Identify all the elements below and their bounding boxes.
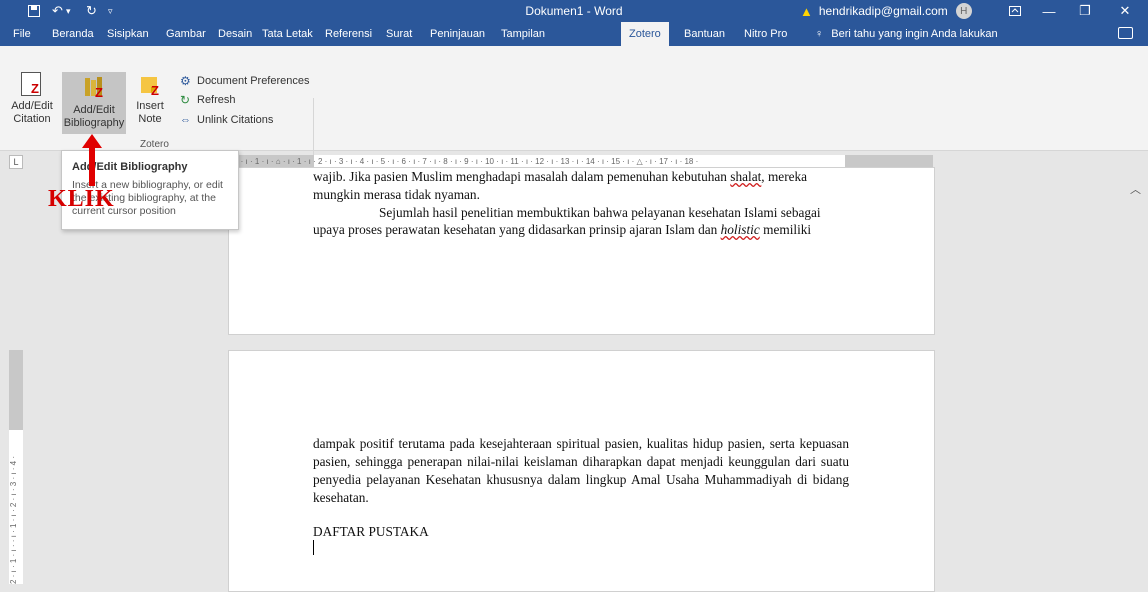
tab-referensi[interactable]: Referensi bbox=[325, 22, 372, 46]
comments-icon[interactable] bbox=[1118, 27, 1133, 39]
unlink-icon: ⇔ bbox=[180, 114, 191, 126]
warning-icon[interactable]: ▲ bbox=[800, 4, 813, 19]
tab-nitro-pro[interactable]: Nitro Pro bbox=[744, 22, 787, 46]
title-bar: ↶ ▾ ↻ ▿ Dokumen1 - Word ▲ hendrikadip@gm… bbox=[0, 0, 1148, 22]
paragraph-line: upaya proses perawatan kesehatan yang di… bbox=[313, 222, 812, 237]
collapse-ribbon-icon[interactable]: ︿ bbox=[1130, 181, 1141, 197]
group-label-zotero: Zotero bbox=[140, 139, 169, 150]
tab-tampilan[interactable]: Tampilan bbox=[501, 22, 545, 46]
tab-zotero[interactable]: Zotero bbox=[621, 22, 669, 46]
heading-daftar-pustaka: DAFTAR PUSTAKA bbox=[313, 524, 429, 539]
insert-note-button[interactable]: Z Insert Note bbox=[130, 76, 170, 132]
refresh-icon: ↻ bbox=[180, 93, 191, 107]
refresh-button[interactable]: ↻ Refresh bbox=[180, 94, 236, 106]
paragraph-line: Sejumlah hasil penelitian membuktikan ba… bbox=[379, 205, 821, 220]
vertical-ruler-ticks: 2 · ı · 1 · ı · · ı · 1 · ı · 2 · ı · 3 … bbox=[9, 455, 18, 584]
tab-surat[interactable]: Surat bbox=[386, 22, 412, 46]
ribbon-zotero: Z Add/Edit Citation Z Add/Edit Bibliogra… bbox=[0, 46, 1148, 196]
account-area[interactable]: ▲ hendrikadip@gmail.com H bbox=[800, 3, 972, 19]
tab-desain[interactable]: Desain bbox=[218, 22, 252, 46]
tab-sisipkan[interactable]: Sisipkan bbox=[107, 22, 149, 46]
tab-bantuan[interactable]: Bantuan bbox=[684, 22, 725, 46]
document-page-1[interactable]: wajib. Jika pasien Muslim menghadapi mas… bbox=[228, 167, 935, 335]
annotation-label: KLIK bbox=[48, 186, 115, 212]
document-preferences-button[interactable]: ⚙ Document Preferences bbox=[180, 75, 310, 87]
window-title: Dokumen1 - Word bbox=[525, 4, 623, 18]
paragraph: dampak positif terutama pada kesejahtera… bbox=[313, 436, 849, 505]
unlink-citations-button[interactable]: ⇔ Unlink Citations bbox=[180, 114, 273, 126]
tab-gambar[interactable]: Gambar bbox=[166, 22, 206, 46]
tab-beranda[interactable]: Beranda bbox=[52, 22, 94, 46]
bibliography-icon: Z bbox=[81, 76, 107, 102]
gear-icon: ⚙ bbox=[180, 74, 191, 88]
close-button[interactable]: ✕ bbox=[1108, 0, 1142, 22]
tab-file[interactable]: File bbox=[13, 22, 31, 46]
tab-tata-letak[interactable]: Tata Letak bbox=[262, 22, 313, 46]
add-edit-citation-button[interactable]: Z Add/Edit Citation bbox=[4, 72, 60, 125]
note-icon: Z bbox=[139, 76, 161, 98]
user-email: hendrikadip@gmail.com bbox=[818, 4, 948, 18]
vertical-ruler[interactable]: 2 · ı · 1 · ı · · ı · 1 · ı · 2 · ı · 3 … bbox=[9, 350, 23, 584]
document-page-2[interactable]: dampak positif terutama pada kesejahtera… bbox=[228, 350, 935, 592]
ribbon-tabs: File Beranda Sisipkan Gambar Desain Tata… bbox=[0, 22, 1148, 46]
ribbon-display-options-icon[interactable] bbox=[998, 0, 1032, 22]
lightbulb-icon: ♀ bbox=[815, 28, 824, 40]
paragraph-line: mungkin merasa tidak nyaman. bbox=[313, 187, 480, 202]
tab-peninjauan[interactable]: Peninjauan bbox=[430, 22, 485, 46]
minimize-button[interactable]: — bbox=[1032, 0, 1066, 22]
restore-button[interactable]: ❐ bbox=[1068, 0, 1102, 22]
text-cursor bbox=[313, 540, 314, 555]
avatar[interactable]: H bbox=[955, 3, 972, 19]
citation-icon: Z bbox=[21, 72, 43, 98]
add-edit-bibliography-button[interactable]: Z Add/Edit Bibliography bbox=[62, 72, 126, 134]
tab-selector[interactable]: L bbox=[9, 155, 23, 169]
annotation-arrow-icon bbox=[82, 134, 102, 186]
paragraph-line: wajib. Jika pasien Muslim menghadapi mas… bbox=[313, 169, 808, 184]
tell-me-search[interactable]: ♀ Beri tahu yang ingin Anda lakukan bbox=[815, 22, 998, 46]
